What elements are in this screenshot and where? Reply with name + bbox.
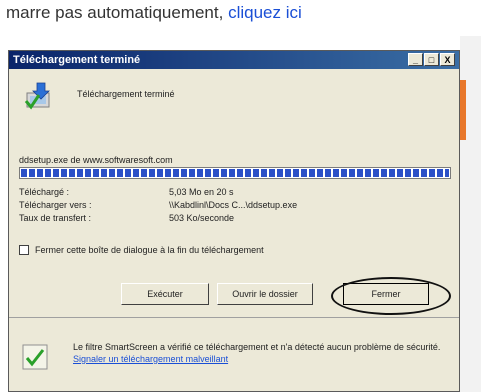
checkbox-label: Fermer cette boîte de dialogue à la fin … bbox=[35, 245, 264, 255]
info-value: 5,03 Mo en 20 s bbox=[169, 187, 234, 197]
security-message: Le filtre SmartScreen a vérifié ce téléc… bbox=[73, 341, 449, 365]
minimize-button[interactable]: _ bbox=[408, 53, 423, 66]
info-row-destination: Télécharger vers : \\Kabdlinl\Docs C...\… bbox=[19, 200, 297, 210]
background-link[interactable]: cliquez ici bbox=[228, 3, 302, 22]
info-row-rate: Taux de transfert : 503 Ko/seconde bbox=[19, 213, 234, 223]
background-accent bbox=[460, 80, 466, 140]
close-button[interactable]: X bbox=[440, 53, 455, 66]
header-text: Téléchargement terminé bbox=[77, 89, 175, 99]
info-value: 503 Ko/seconde bbox=[169, 213, 235, 223]
info-row-downloaded: Téléchargé : 5,03 Mo en 20 s bbox=[19, 187, 234, 197]
download-source: ddsetup.exe de www.softwaresoft.com bbox=[19, 155, 173, 165]
dialog-title: Téléchargement terminé bbox=[13, 54, 141, 66]
info-value: \\Kabdlinl\Docs C...\ddsetup.exe bbox=[169, 200, 298, 210]
download-complete-icon bbox=[24, 82, 50, 110]
close-on-complete-option[interactable]: Fermer cette boîte de dialogue à la fin … bbox=[19, 245, 264, 255]
smartscreen-check-icon bbox=[22, 344, 48, 370]
maximize-button[interactable]: □ bbox=[424, 53, 439, 66]
close-on-complete-checkbox[interactable] bbox=[19, 245, 29, 255]
background-page-text: marre pas automatiquement, cliquez ici bbox=[0, 0, 481, 36]
background-partial-text: marre pas automatiquement, bbox=[6, 3, 224, 22]
progress-fill bbox=[21, 169, 449, 177]
window-controls: _ □ X bbox=[408, 53, 455, 66]
dialog-titlebar[interactable]: Téléchargement terminé _ □ X bbox=[9, 51, 459, 69]
download-complete-dialog: Téléchargement terminé _ □ X Téléchargem… bbox=[8, 50, 460, 392]
info-label: Taux de transfert : bbox=[19, 213, 92, 223]
info-label: Téléchargé : bbox=[19, 187, 70, 197]
info-label: Télécharger vers : bbox=[19, 200, 92, 210]
close-dialog-button[interactable]: Fermer bbox=[343, 283, 429, 305]
download-progress-bar bbox=[19, 167, 451, 179]
report-malicious-link[interactable]: Signaler un téléchargement malveillant bbox=[73, 354, 228, 364]
open-folder-button[interactable]: Ouvrir le dossier bbox=[217, 283, 313, 305]
run-button[interactable]: Exécuter bbox=[121, 283, 209, 305]
security-message-text: Le filtre SmartScreen a vérifié ce téléc… bbox=[73, 342, 441, 352]
